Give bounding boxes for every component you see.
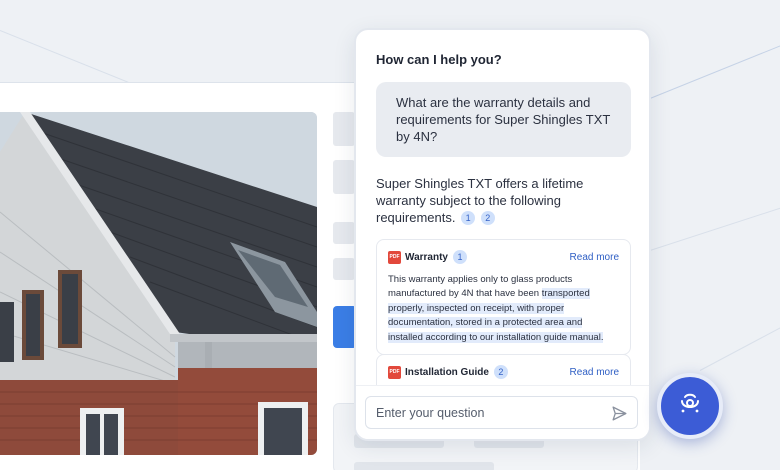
assistant-answer-text: Super Shingles TXT offers a lifetime war…: [376, 176, 584, 225]
assistant-icon: [677, 391, 703, 422]
read-more-link[interactable]: Read more: [570, 367, 619, 378]
source-title: Warranty: [405, 251, 448, 263]
background-line: [649, 41, 780, 99]
source-title: Installation Guide: [405, 366, 489, 378]
citation-badge[interactable]: 1: [452, 250, 467, 264]
placeholder-block: [333, 112, 355, 146]
citation-badge[interactable]: 1: [461, 211, 476, 225]
chat-title: How can I help you?: [376, 52, 502, 67]
placeholder-block: [333, 258, 355, 280]
background-line: [649, 203, 780, 251]
send-icon[interactable]: [611, 405, 628, 427]
placeholder-block: [333, 222, 355, 244]
source-card-warranty: PDF Warranty 1 Read more This warranty a…: [376, 239, 631, 356]
pdf-icon: PDF: [388, 365, 401, 379]
citation-badge[interactable]: 2: [480, 211, 495, 225]
source-card-header: PDF Warranty 1 Read more: [388, 249, 619, 265]
user-message: What are the warranty details and requir…: [376, 82, 631, 157]
source-card-header: PDF Installation Guide 2 Read more: [388, 364, 619, 380]
question-input[interactable]: Enter your question: [365, 396, 638, 429]
placeholder-block: [354, 462, 494, 470]
house-photo: [0, 112, 317, 455]
source-excerpt: This warranty applies only to glass prod…: [388, 273, 619, 345]
assistant-launcher-button[interactable]: [657, 373, 723, 439]
read-more-link[interactable]: Read more: [570, 252, 619, 263]
assistant-answer: Super Shingles TXT offers a lifetime war…: [376, 175, 626, 226]
placeholder-block: [333, 160, 355, 194]
background-line: [699, 323, 780, 371]
citation-badge[interactable]: 2: [493, 365, 508, 379]
chat-widget: How can I help you? What are the warrant…: [354, 28, 651, 441]
chat-input-bar: Enter your question: [356, 385, 649, 439]
pdf-icon: PDF: [388, 250, 401, 264]
question-input-placeholder: Enter your question: [376, 406, 485, 420]
